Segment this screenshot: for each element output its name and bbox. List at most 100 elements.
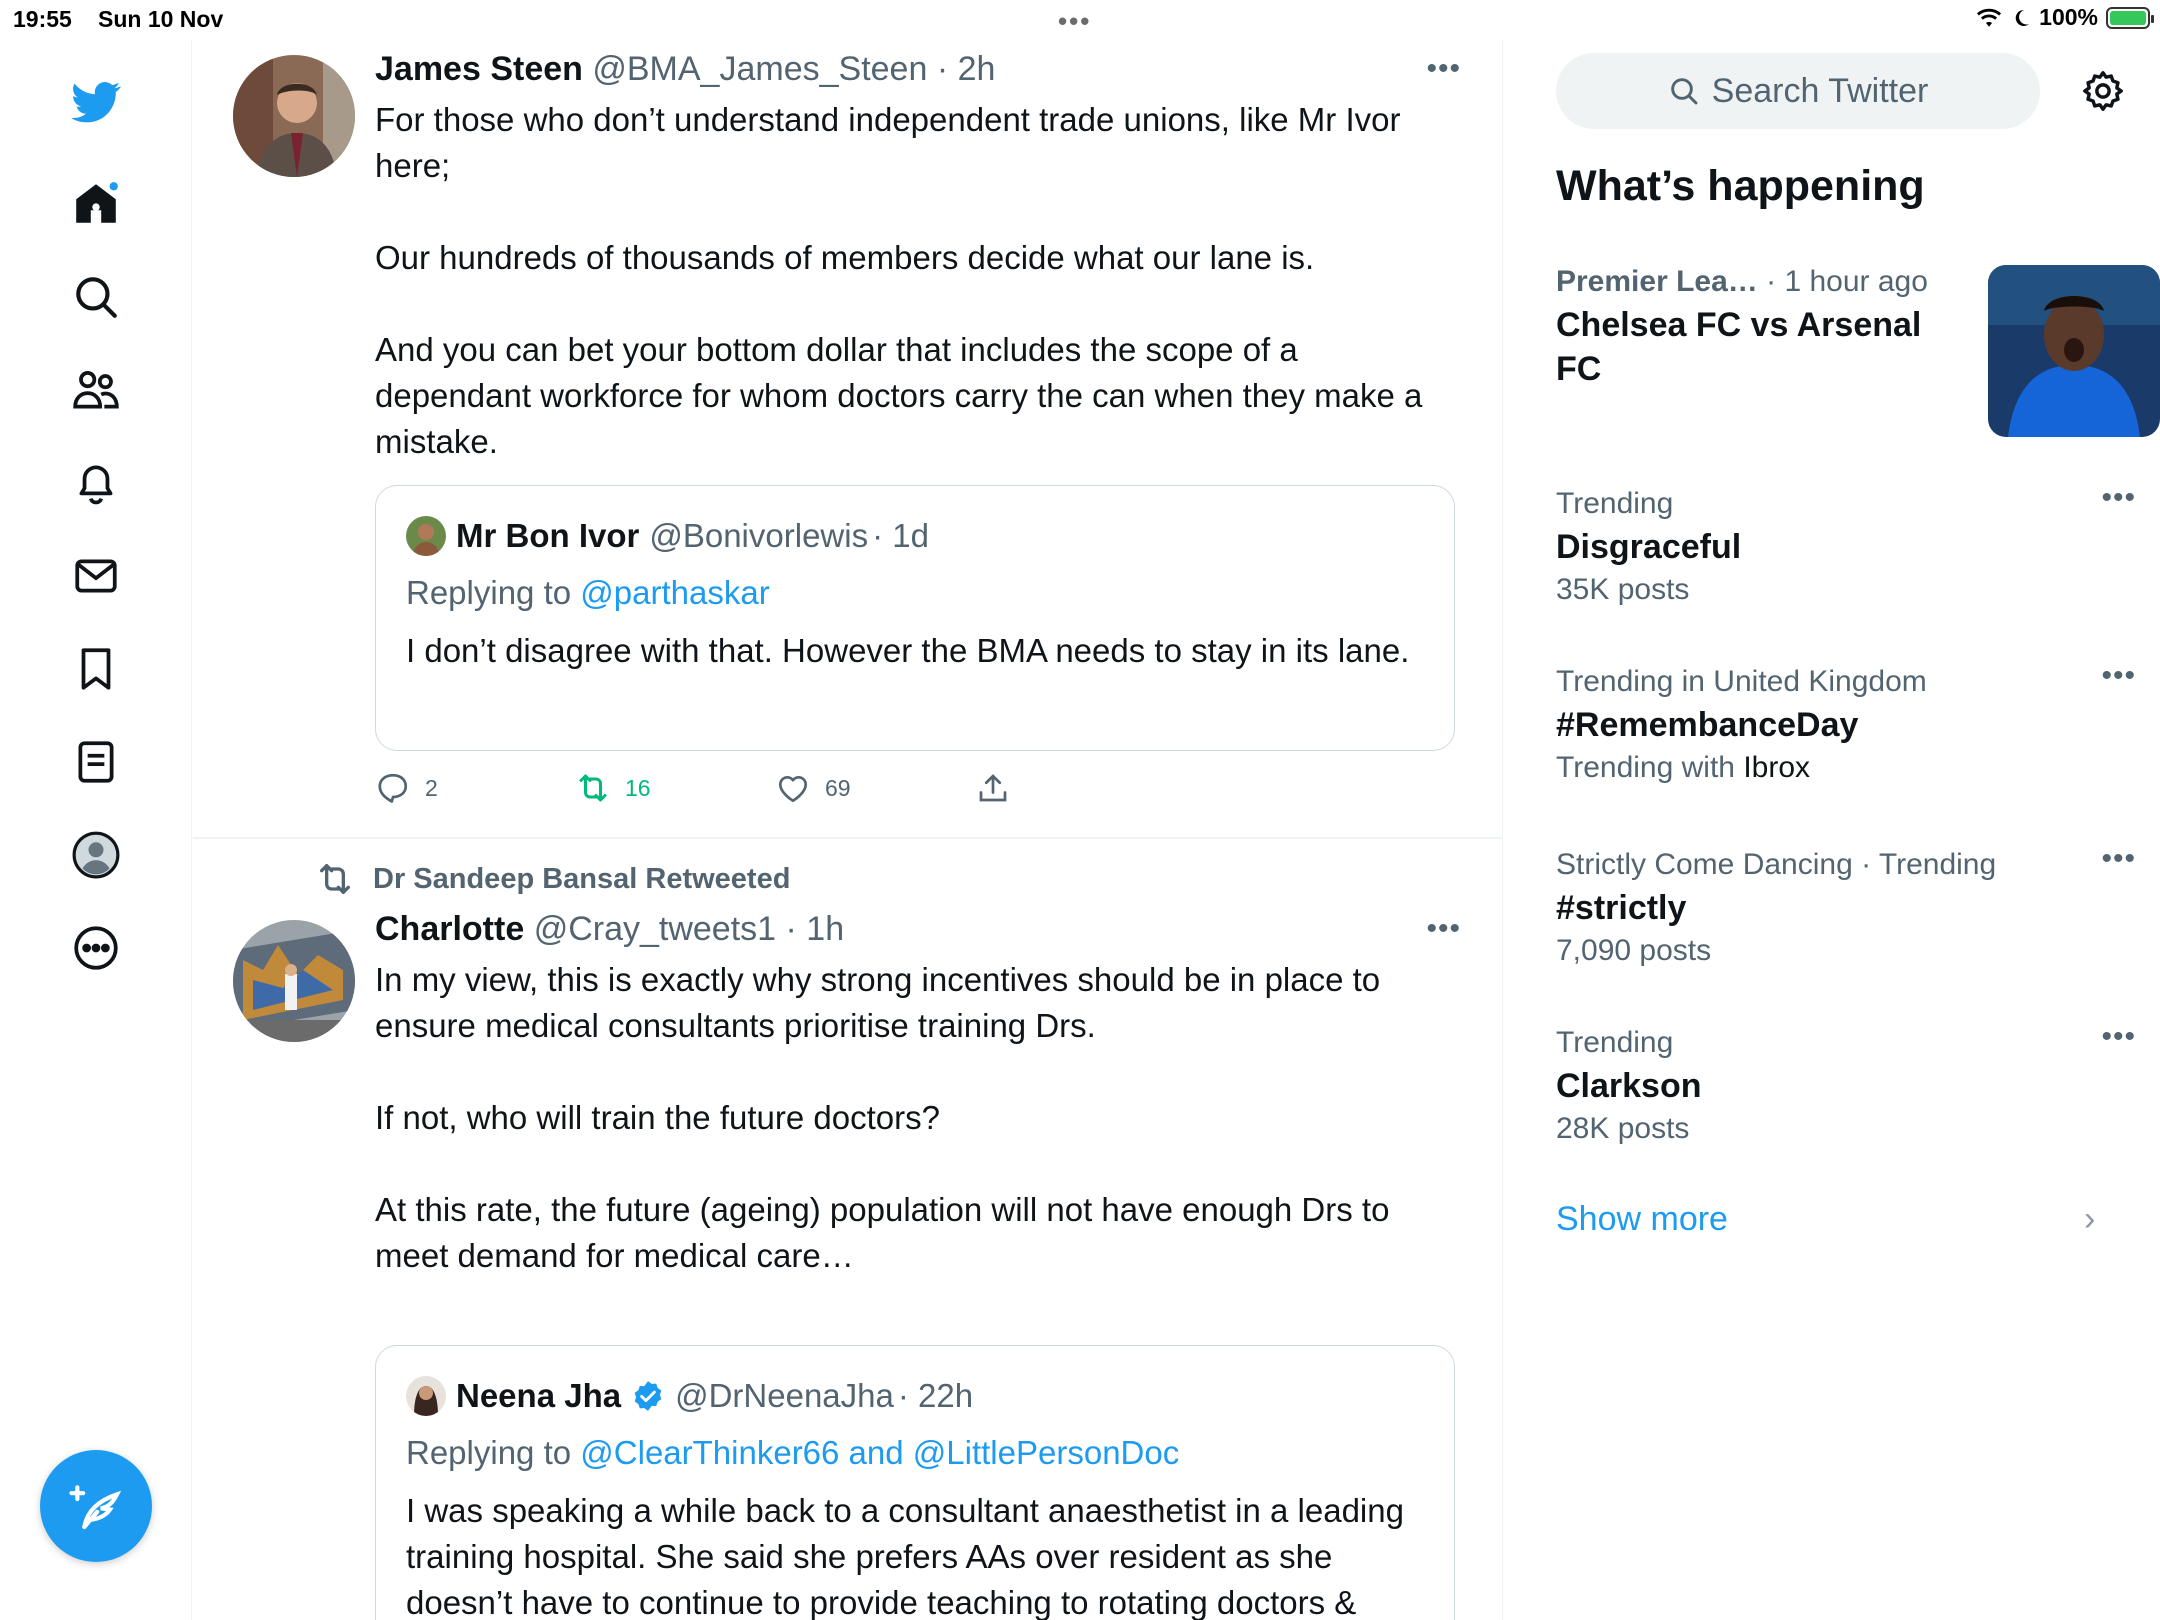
trend-category: Trending in United Kingdom [1556, 665, 1927, 698]
trending-with-label: Trending with [1556, 751, 1735, 784]
battery-icon [2106, 6, 2154, 29]
reply-button[interactable]: 2 [375, 770, 438, 806]
right-sidebar: Search Twitter What’s happening Premier … [1504, 40, 2160, 1620]
more-options-icon[interactable]: ••• [1426, 52, 1461, 86]
tweet-paragraph: For those who don’t understand independe… [375, 101, 1401, 184]
share-button[interactable] [975, 770, 1011, 806]
multitasking-dots-icon[interactable]: ••• [1058, 6, 1091, 37]
left-navigation [0, 40, 192, 1620]
timeline: James Steen @BMA_James_Steen · 2h ••• Fo… [193, 40, 1503, 1620]
more-options-icon[interactable]: ••• [2101, 842, 2136, 876]
trend-subtitle: Trending with Ibrox [1556, 751, 2136, 785]
lists-icon[interactable] [62, 728, 130, 796]
trend-item[interactable]: Trending in United Kingdom #RemembanceDa… [1556, 659, 2136, 785]
status-bar: 19:55 Sun 10 Nov ••• 100% [0, 0, 2160, 40]
trend-item[interactable]: Trending Clarkson 28K posts ••• [1556, 1020, 2136, 1146]
replying-to: Replying to @ClearThinker66 and @LittleP… [406, 1434, 1179, 1472]
more-options-icon[interactable]: ••• [2101, 659, 2136, 693]
quoted-tweet-header: Neena Jha @DrNeenaJha · 22h [406, 1376, 973, 1416]
replying-to-label: Replying to [406, 574, 572, 611]
trend-item[interactable]: Trending Disgraceful 35K posts ••• [1556, 481, 2136, 607]
replying-to-link[interactable]: @parthaskar [580, 574, 769, 611]
quoted-tweet[interactable]: Mr Bon Ivor @Bonivorlewis · 1d Replying … [375, 485, 1455, 751]
trend-title: Disgraceful [1556, 528, 1742, 566]
more-icon[interactable] [62, 914, 130, 982]
author-handle[interactable]: @BMA_James_Steen [592, 50, 927, 88]
trending-with-link[interactable]: Ibrox [1743, 751, 1810, 784]
replying-to-link[interactable]: @ClearThinker66 and @LittlePersonDoc [580, 1434, 1179, 1471]
retweeted-by[interactable]: Dr Sandeep Bansal Retweeted [315, 859, 790, 899]
battery-percent: 100% [2039, 4, 2098, 30]
trend-post-count: 35K posts [1556, 573, 1690, 606]
trend-time: · 1 hour ago [1757, 265, 1928, 298]
quoted-tweet-time: · 1d [872, 517, 929, 554]
quoted-author-name: Neena Jha [456, 1377, 622, 1414]
chevron-right-icon[interactable]: › [2084, 1200, 2095, 1239]
avatar [406, 1376, 446, 1416]
status-date: Sun 10 Nov [98, 6, 224, 32]
status-indicators: 100% [1975, 4, 2154, 31]
like-button[interactable]: 69 [775, 770, 851, 806]
compose-tweet-icon [69, 1485, 122, 1530]
trend-title: Chelsea FC vs Arsenal FC [1556, 306, 1922, 388]
tweet-paragraph: At this rate, the future (ageing) popula… [375, 1191, 1390, 1274]
replying-to: Replying to @parthaskar [406, 574, 770, 612]
messages-icon[interactable] [62, 542, 130, 610]
communities-icon[interactable] [62, 356, 130, 424]
tweet-time[interactable]: · 1h [786, 910, 845, 948]
tweet-header: James Steen @BMA_James_Steen · 2h [375, 50, 995, 89]
whats-happening-heading: What’s happening [1556, 162, 1925, 210]
author-name[interactable]: James Steen [375, 50, 583, 88]
tweet-header: Charlotte @Cray_tweets1 · 1h [375, 910, 844, 949]
compose-tweet-button[interactable] [40, 1450, 152, 1562]
trend-title: Clarkson [1556, 1067, 1702, 1105]
trend-category: Trending [1556, 487, 1674, 520]
tweet-text: In my view, this is exactly why strong i… [375, 957, 1445, 1279]
tweet-time[interactable]: · 2h [937, 50, 996, 88]
status-time: 19:55 [13, 6, 72, 32]
avatar[interactable] [233, 55, 355, 177]
search-placeholder: Search Twitter [1711, 71, 1929, 110]
quoted-author-handle: @Bonivorlewis [649, 517, 869, 554]
show-more-link[interactable]: Show more [1556, 1200, 1728, 1239]
retweet-icon [320, 864, 350, 894]
search-input[interactable]: Search Twitter [1556, 53, 2040, 129]
trend-post-count: 28K posts [1556, 1112, 1690, 1145]
verified-badge-icon [634, 1381, 662, 1411]
twitter-logo-icon[interactable] [62, 68, 130, 136]
tweet-text: For those who don’t understand independe… [375, 97, 1445, 465]
explore-icon[interactable] [62, 263, 130, 331]
more-options-icon[interactable]: ••• [2101, 481, 2136, 515]
wifi-icon [1977, 8, 2002, 27]
author-name[interactable]: Charlotte [375, 910, 524, 948]
quoted-author-handle: @DrNeenaJha [675, 1377, 894, 1414]
reply-icon [378, 773, 408, 803]
search-icon [1670, 78, 1698, 105]
retweet-button[interactable]: 16 [575, 770, 651, 806]
trend-category: Trending [1556, 1026, 1674, 1059]
more-options-icon[interactable]: ••• [2101, 1020, 2136, 1054]
quoted-tweet-header: Mr Bon Ivor @Bonivorlewis · 1d [406, 516, 929, 556]
profile-icon[interactable] [62, 821, 130, 889]
quoted-author-name: Mr Bon Ivor [456, 517, 640, 554]
reply-count: 2 [425, 774, 438, 801]
settings-button[interactable] [2074, 62, 2132, 120]
retweet-count: 16 [625, 774, 651, 801]
bookmarks-icon[interactable] [62, 635, 130, 703]
more-options-icon[interactable]: ••• [1426, 912, 1461, 946]
like-icon [778, 775, 808, 803]
avatar[interactable] [233, 920, 355, 1042]
tweet-paragraph: Our hundreds of thousands of members dec… [375, 239, 1315, 276]
notifications-icon[interactable] [62, 449, 130, 517]
share-icon [979, 774, 1007, 802]
like-count: 69 [825, 774, 851, 801]
home-icon[interactable] [62, 170, 130, 238]
quoted-tweet[interactable]: Neena Jha @DrNeenaJha · 22h Replying to … [375, 1345, 1455, 1620]
tweet-paragraph: And you can bet your bottom dollar that … [375, 331, 1423, 460]
replying-to-label: Replying to [406, 1434, 572, 1471]
trend-item[interactable]: Strictly Come Dancing · Trending #strict… [1556, 842, 2136, 968]
trend-item[interactable]: Premier Lea… · 1 hour ago Chelsea FC vs … [1556, 265, 2160, 445]
trend-post-count: 7,090 posts [1556, 934, 1712, 967]
tweet-paragraph: In my view, this is exactly why strong i… [375, 961, 1381, 1044]
author-handle[interactable]: @Cray_tweets1 [534, 910, 776, 948]
